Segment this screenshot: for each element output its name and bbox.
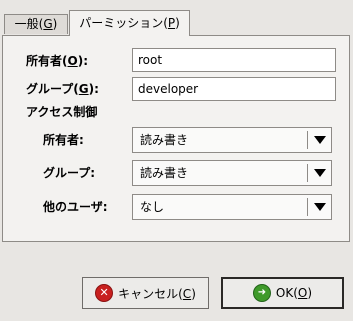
others-access-combo[interactable]: なし [132,194,332,220]
ok-icon: ➜ [252,284,271,302]
owner-access-combo[interactable]: 読み書き [132,127,332,153]
owner-access-value: 読み書き [140,133,189,147]
dropdown-arrow-icon [314,136,326,144]
group-label: グループ(G): [26,82,99,96]
access-owner-label: 所有者: [43,133,84,147]
group-access-combo[interactable]: 読み書き [132,160,332,186]
access-group-label: グループ: [43,166,96,180]
access-others-label: 他のユーザ: [43,200,108,214]
tab-permissions-label: パーミッション(P) [79,16,180,30]
group-access-value: 読み書き [140,166,189,180]
group-field[interactable]: developer [132,77,336,101]
cancel-button-label: キャンセル(C) [118,286,196,301]
ok-button[interactable]: ➜ OK(O) [221,277,344,309]
tab-general-label: 一般(G) [14,17,58,31]
tab-general[interactable]: 一般(G) [4,14,68,34]
ok-button-label: OK(O) [275,286,313,300]
tab-permissions[interactable]: パーミッション(P) [69,10,190,36]
access-control-heading: アクセス制御 [26,105,98,119]
owner-label: 所有者(O): [26,54,88,68]
cancel-icon: ✕ [95,284,114,302]
combo-separator [307,164,308,182]
owner-field[interactable]: root [132,48,336,72]
combo-separator [307,198,308,216]
dropdown-arrow-icon [314,169,326,177]
cancel-button[interactable]: ✕ キャンセル(C) [82,277,209,309]
dropdown-arrow-icon [314,203,326,211]
others-access-value: なし [140,200,165,214]
combo-separator [307,131,308,149]
